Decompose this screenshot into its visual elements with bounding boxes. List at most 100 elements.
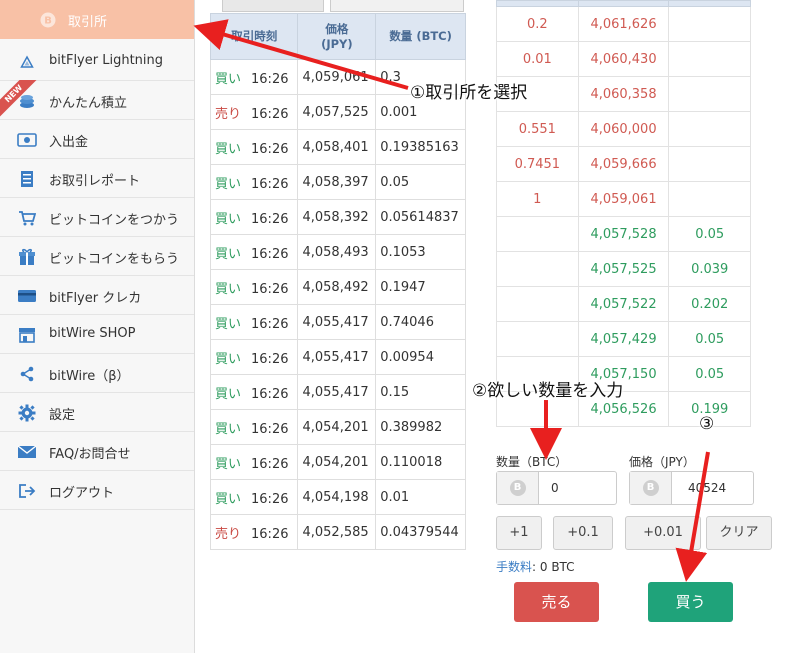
trade-qty: 0.19385163: [375, 129, 466, 165]
ask-size: 0.01: [496, 41, 579, 77]
table-row: 買い 16:26 4,058,401 0.19385163: [209, 129, 466, 165]
qty-value: 0: [551, 481, 559, 495]
bid-price: 4,057,522: [577, 286, 670, 322]
trade-time: 16:26: [251, 491, 289, 507]
trade-qty: 0.389982: [375, 409, 466, 445]
trade-time: 16:26: [251, 351, 289, 367]
credit-card-icon: [17, 286, 37, 306]
sidebar-item-bitwire[interactable]: bitWire（β）: [0, 354, 194, 393]
trade-qty: 0.15: [375, 374, 466, 410]
trade-side: 買い: [215, 386, 242, 402]
trade-side: 買い: [215, 421, 242, 437]
qty-input[interactable]: B 0: [496, 471, 617, 505]
add-1-button[interactable]: +1: [496, 516, 542, 550]
sidebar-item-label: bitWire SHOP: [49, 326, 136, 341]
trade-time: 16:26: [251, 526, 289, 542]
ask-size-empty: [496, 251, 579, 287]
coin-stack-icon: [17, 91, 37, 111]
annotation-step1: ①取引所を選択: [410, 83, 528, 103]
sidebar-item-label: bitFlyer クレカ: [49, 291, 142, 306]
trade-price: 4,058,397: [297, 164, 377, 200]
ask-row[interactable]: 1 4,059,061: [496, 181, 751, 217]
table-row: 買い 16:26 4,058,493 0.1053: [209, 234, 466, 270]
trade-qty: 0.110018: [375, 444, 466, 480]
ask-size-empty: [496, 286, 579, 322]
trade-price: 4,052,585: [297, 514, 377, 550]
trade-side-time: 買い 16:26: [209, 339, 299, 375]
ask-price: 4,059,666: [577, 146, 670, 182]
add-0-01-button[interactable]: +0.01: [625, 516, 701, 550]
bid-price: 4,057,429: [577, 321, 670, 357]
table-row: 買い 16:26 4,055,417 0.74046: [209, 304, 466, 340]
trade-time: 16:26: [251, 176, 289, 192]
gear-icon: [17, 403, 37, 423]
bitcoin-coin-icon: B: [642, 480, 659, 496]
sidebar: B 取引所 bitFlyer Lightning かんたん積立 NEW 入出金: [0, 0, 195, 653]
sidebar-item-spend-bitcoin[interactable]: ビットコインをつかう: [0, 198, 194, 237]
trade-side-time: 買い 16:26: [209, 479, 299, 515]
table-row: 買い 16:26 4,058,397 0.05: [209, 164, 466, 200]
bid-row[interactable]: 4,057,528 0.05: [496, 216, 751, 252]
sell-button[interactable]: 売る: [514, 582, 599, 622]
price-input[interactable]: B 40524: [629, 471, 754, 505]
sidebar-item-trade-report[interactable]: お取引レポート: [0, 159, 194, 198]
ask-size: 0.2: [496, 6, 579, 42]
trade-price: 4,055,417: [297, 374, 377, 410]
sidebar-item-get-bitcoin[interactable]: ビットコインをもらう: [0, 237, 194, 276]
tab-trades[interactable]: [222, 0, 324, 12]
bid-size-empty: [668, 41, 751, 77]
bid-size-empty: [668, 6, 751, 42]
ask-row[interactable]: 0.551 4,060,000: [496, 111, 751, 147]
bid-size: 0.05: [668, 356, 751, 392]
sidebar-item-settings[interactable]: 設定: [0, 393, 194, 432]
trade-qty: 0.04379544: [375, 514, 466, 550]
sidebar-item-faq[interactable]: FAQ/お問合せ: [0, 432, 194, 471]
buy-button[interactable]: 買う: [648, 582, 733, 622]
fee-line: 手数料: 0 BTC: [496, 558, 575, 575]
trade-time: 16:26: [251, 106, 289, 122]
sidebar-item-exchange[interactable]: B 取引所: [0, 0, 194, 39]
sidebar-item-easy-saving[interactable]: かんたん積立: [0, 81, 194, 120]
bid-row[interactable]: 4,057,525 0.039: [496, 251, 751, 287]
bid-price: 4,057,525: [577, 251, 670, 287]
trade-price: 4,055,417: [297, 339, 377, 375]
clear-button[interactable]: クリア: [706, 516, 772, 550]
trade-side-time: 買い 16:26: [209, 129, 299, 165]
ask-row[interactable]: 0.7451 4,059,666: [496, 146, 751, 182]
trade-qty: 0.00954: [375, 339, 466, 375]
sidebar-item-logout[interactable]: ログアウト: [0, 471, 194, 510]
bitcoin-coin-icon: B: [509, 480, 526, 496]
trade-side: 買い: [215, 456, 242, 472]
annotation-step2: ②欲しい数量を入力: [472, 381, 624, 401]
bid-row[interactable]: 4,057,522 0.202: [496, 286, 751, 322]
trade-qty: 0.01: [375, 479, 466, 515]
column-header-time: 取引時刻: [209, 13, 299, 60]
trade-side-time: 買い 16:26: [209, 234, 299, 270]
bid-row[interactable]: 4,057,429 0.05: [496, 321, 751, 357]
ask-price: 4,060,358: [577, 76, 670, 112]
trade-side: 買い: [215, 71, 242, 87]
sidebar-item-credit-card[interactable]: bitFlyer クレカ: [0, 276, 194, 315]
ask-row[interactable]: 4,060,358: [496, 76, 751, 112]
tab-strip: [222, 0, 464, 12]
tab-chart[interactable]: [330, 0, 464, 12]
cash-icon: [17, 130, 37, 150]
table-row: 買い 16:26 4,058,392 0.05614837: [209, 199, 466, 235]
sidebar-item-lightning[interactable]: bitFlyer Lightning: [0, 42, 194, 81]
bid-size: 0.05: [668, 216, 751, 252]
ask-row[interactable]: 0.01 4,060,430: [496, 41, 751, 77]
trade-side-time: 買い 16:26: [209, 164, 299, 200]
sidebar-item-bitwire-shop[interactable]: bitWire SHOP: [0, 315, 194, 354]
ask-size-empty: [496, 321, 579, 357]
price-addon: B: [630, 472, 672, 504]
lightning-triangle-icon: [17, 52, 37, 72]
trade-side: 買い: [215, 246, 242, 262]
ask-row[interactable]: 0.2 4,061,626: [496, 6, 751, 42]
trade-price: 4,058,492: [297, 269, 377, 305]
bid-size: 0.05: [668, 321, 751, 357]
sidebar-item-label: bitFlyer Lightning: [49, 53, 164, 68]
sidebar-item-deposit-withdraw[interactable]: 入出金: [0, 120, 194, 159]
add-0-1-button[interactable]: +0.1: [553, 516, 613, 550]
table-row: 買い 16:26 4,054,201 0.110018: [209, 444, 466, 480]
trade-price: 4,059,061: [297, 59, 377, 95]
